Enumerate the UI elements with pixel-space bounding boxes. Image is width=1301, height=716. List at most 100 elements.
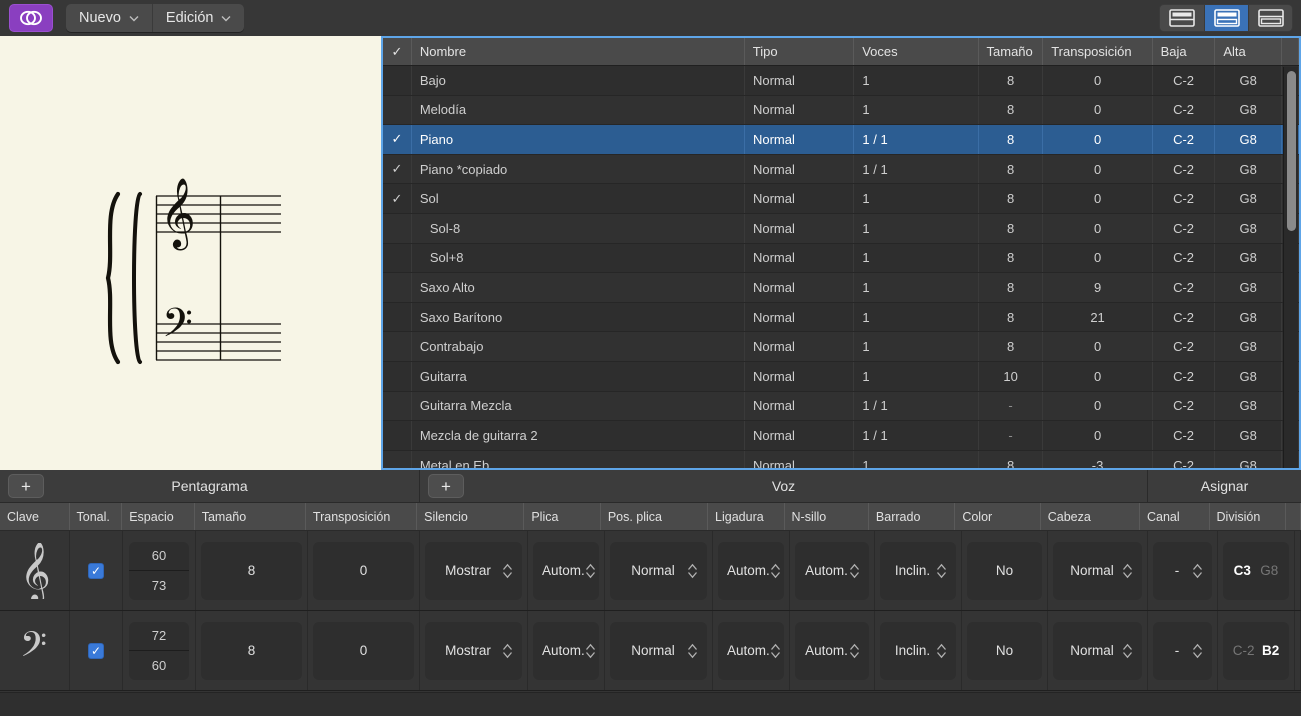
division-high-value[interactable]: B2 [1262,643,1279,658]
row-nombre[interactable]: Melodía [412,95,745,125]
panel-column-header-clave[interactable]: Clave [0,503,70,530]
row-voces[interactable]: 1 [854,243,979,273]
row-transposicion[interactable]: 0 [1043,66,1153,95]
stepper-arrows-icon[interactable] [770,563,781,579]
transposicion[interactable]: 0 [308,611,420,690]
row-voces[interactable]: 1 / 1 [854,154,979,184]
division[interactable]: C-2 B2 [1218,611,1295,690]
row-transposicion[interactable]: 0 [1043,154,1153,184]
clave-treble-clef-icon[interactable]: 𝄞 [0,531,70,610]
row-tamano[interactable]: 8 [979,332,1044,361]
table-row[interactable]: Saxo Barítono Normal 1 8 21 C-2 G8 [383,302,1299,333]
row-alta[interactable]: G8 [1215,125,1282,154]
column-header-tipo[interactable]: Tipo [745,38,855,65]
plica[interactable]: Autom. [528,531,605,610]
row-tipo[interactable]: Normal [745,184,855,213]
panel-column-header-division[interactable]: División [1210,503,1287,530]
row-baja[interactable]: C-2 [1153,184,1216,213]
stepper-arrows-icon[interactable] [687,563,698,579]
column-header-transposicion[interactable]: Transposición [1043,38,1153,65]
panel-row[interactable]: 𝄞 ✓ 60 73 8 0 Mostrar Autom. Normal Autom. Autom. I… [0,531,1301,611]
tamano[interactable]: 8 [196,531,308,610]
row-tipo[interactable]: Normal [745,243,855,273]
plica[interactable]: Autom. [528,611,605,690]
row-voces[interactable]: 1 / 1 [854,125,979,154]
panel-column-header-color[interactable]: Color [955,503,1041,530]
stepper-arrows-icon[interactable] [585,563,596,579]
row-voces[interactable]: 1 / 1 [854,391,979,421]
panel-column-header-barrado[interactable]: Barrado [869,503,956,530]
row-transposicion[interactable]: 0 [1043,125,1153,154]
row-baja[interactable]: C-2 [1153,95,1216,125]
layout-split-even-button[interactable] [1204,5,1248,31]
row-baja[interactable]: C-2 [1153,243,1216,273]
row-tipo[interactable]: Normal [745,450,855,468]
score-preview[interactable]: 𝄞 𝄢 [0,36,381,470]
row-tamano[interactable]: 10 [979,361,1044,391]
row-voces[interactable]: 1 [854,273,979,302]
transposicion[interactable]: 0 [308,531,420,610]
row-checkmark-icon[interactable] [383,243,412,273]
cabeza-field[interactable]: Normal [1053,621,1142,680]
row-tipo[interactable]: Normal [745,361,855,391]
row-transposicion[interactable]: 0 [1043,421,1153,450]
color-field[interactable]: No [967,541,1042,600]
espacio-bottom-value[interactable]: 60 [129,651,189,680]
tamano[interactable]: 8 [196,611,308,690]
row-tipo[interactable]: Normal [745,154,855,184]
layout-top-heavy-button[interactable] [1160,5,1204,31]
ligadura-field[interactable]: Autom. [718,541,784,600]
row-alta[interactable]: G8 [1215,332,1282,361]
row-voces[interactable]: 1 [854,213,979,243]
cabeza[interactable]: Normal [1048,611,1148,690]
row-tipo[interactable]: Normal [745,125,855,154]
color[interactable]: No [962,611,1048,690]
column-header-checkmark[interactable]: ✓ [383,38,412,65]
row-baja[interactable]: C-2 [1153,450,1216,468]
row-tamano[interactable]: 8 [979,450,1044,468]
panel-column-header-transposicion[interactable]: Transposición [306,503,418,530]
row-nombre[interactable]: Sol-8 [412,213,745,243]
tonal-checkbox[interactable]: ✓ [70,611,123,690]
stepper-arrows-icon[interactable] [770,643,781,659]
row-tamano[interactable]: 8 [979,66,1044,95]
row-transposicion[interactable]: 0 [1043,213,1153,243]
checkbox-icon[interactable]: ✓ [88,562,104,579]
table-row[interactable]: Bajo Normal 1 8 0 C-2 G8 [383,66,1299,96]
table-vertical-scrollbar[interactable] [1283,67,1298,468]
row-alta[interactable]: G8 [1215,421,1282,450]
pos-plica[interactable]: Normal [605,611,713,690]
plica-field[interactable]: Autom. [533,621,599,680]
ligadura[interactable]: Autom. [713,611,790,690]
panel-column-header-plica[interactable]: Plica [524,503,601,530]
row-checkmark-icon[interactable] [383,332,412,361]
transposicion-field[interactable]: 0 [313,541,414,600]
plica-field[interactable]: Autom. [533,541,599,600]
row-checkmark-icon[interactable] [383,302,412,332]
table-row[interactable]: Sol+8 Normal 1 8 0 C-2 G8 [383,243,1299,274]
n-sillo[interactable]: Autom. [790,531,875,610]
stepper-arrows-icon[interactable] [502,563,513,579]
row-voces[interactable]: 1 [854,66,979,95]
row-baja[interactable]: C-2 [1153,154,1216,184]
row-tipo[interactable]: Normal [745,391,855,421]
row-transposicion[interactable]: -3 [1043,450,1153,468]
panel-column-header-espacio[interactable]: Espacio [122,503,195,530]
row-voces[interactable]: 1 [854,332,979,361]
row-tipo[interactable]: Normal [745,332,855,361]
silencio[interactable]: Mostrar [420,611,528,690]
row-nombre[interactable]: Sol+8 [412,243,745,273]
row-baja[interactable]: C-2 [1153,302,1216,332]
row-tamano[interactable]: - [979,421,1044,450]
ligadura-field[interactable]: Autom. [718,621,784,680]
stepper-arrows-icon[interactable] [687,643,698,659]
division-field[interactable]: C3 G8 [1223,541,1289,600]
row-checkmark-icon[interactable] [383,421,412,450]
barrado[interactable]: Inclin. [875,531,962,610]
row-baja[interactable]: C-2 [1153,361,1216,391]
row-tamano[interactable]: 8 [979,95,1044,125]
row-nombre[interactable]: Sol [412,184,745,213]
row-voces[interactable]: 1 [854,302,979,332]
espacio-bottom-value[interactable]: 73 [129,571,189,600]
ligadura[interactable]: Autom. [713,531,790,610]
